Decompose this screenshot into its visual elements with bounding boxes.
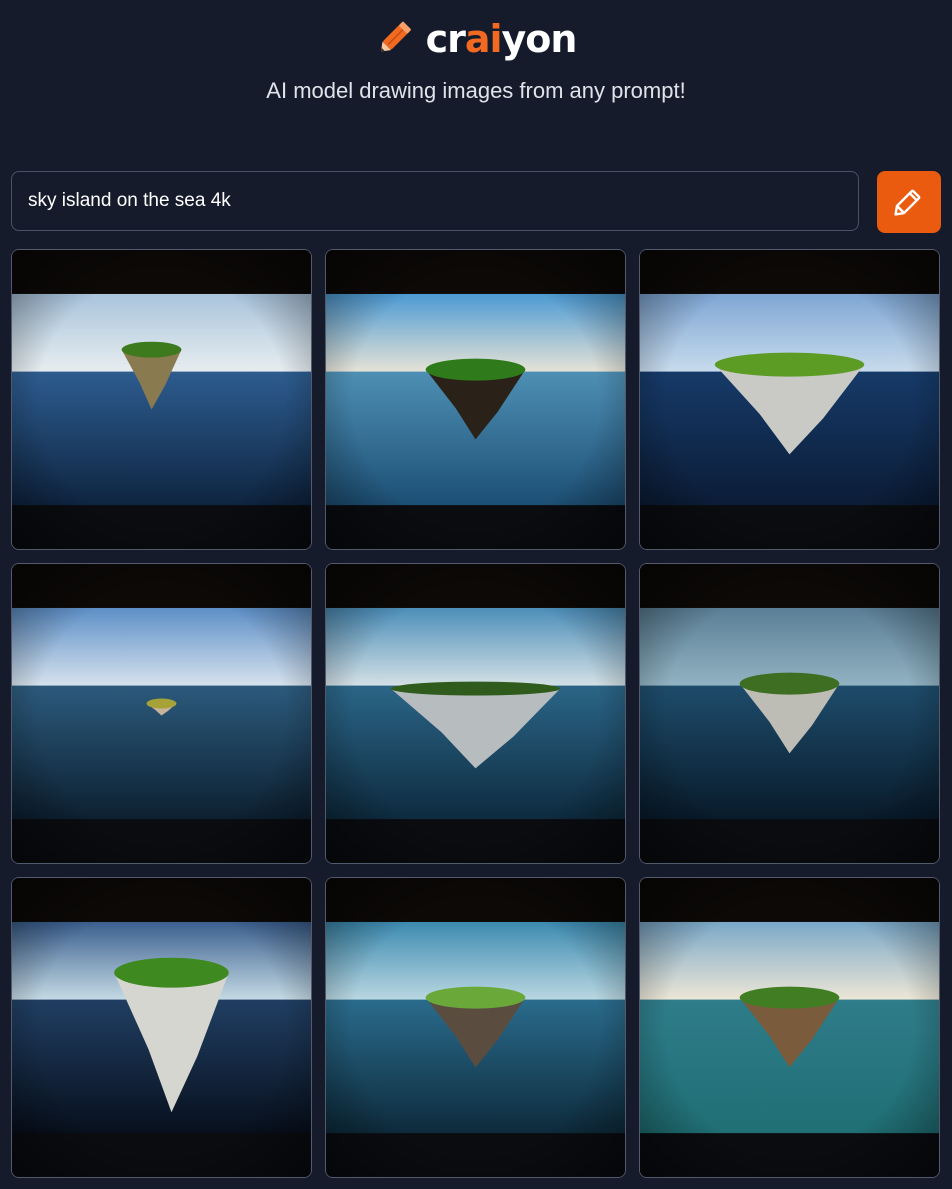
image-preview: [640, 878, 939, 1177]
image-preview: [12, 564, 311, 863]
generated-image[interactable]: [325, 563, 626, 864]
image-preview: [640, 564, 939, 863]
image-preview: [640, 250, 939, 549]
generated-image[interactable]: [639, 563, 940, 864]
image-preview: [326, 564, 625, 863]
prompt-row: [11, 171, 941, 233]
header: craiyon AI model drawing images from any…: [0, 0, 952, 150]
image-preview: [326, 250, 625, 549]
brand-name: craiyon: [425, 16, 578, 61]
generated-image[interactable]: [639, 877, 940, 1178]
image-preview: [12, 878, 311, 1177]
logo[interactable]: craiyon: [0, 14, 952, 66]
generated-image[interactable]: [11, 563, 312, 864]
prompt-input[interactable]: [11, 171, 859, 231]
image-preview: [326, 878, 625, 1177]
tagline: AI model drawing images from any prompt!: [266, 78, 686, 103]
image-preview: [12, 250, 311, 549]
generated-image[interactable]: [11, 249, 312, 550]
generated-image[interactable]: [639, 249, 940, 550]
generated-image[interactable]: [325, 249, 626, 550]
generated-image[interactable]: [325, 877, 626, 1178]
pencil-icon: [376, 14, 420, 63]
pencil-icon: [891, 183, 927, 222]
generated-image[interactable]: [11, 877, 312, 1178]
draw-button[interactable]: [877, 171, 941, 233]
